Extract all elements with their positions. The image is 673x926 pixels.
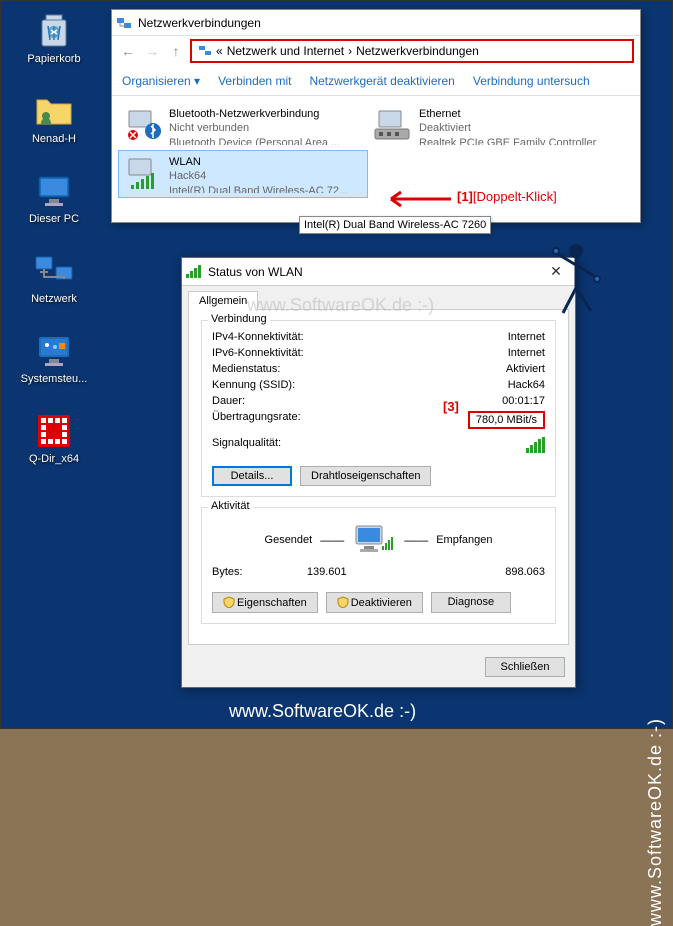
prop-key: Medienstatus: xyxy=(212,363,280,375)
activity-icon xyxy=(352,522,396,558)
bytes-label: Bytes: xyxy=(212,566,243,578)
tooltip: Intel(R) Dual Band Wireless-AC 7260 xyxy=(299,216,491,234)
network-connections-window: Netzwerkverbindungen ← → ↑ « Netzwerk un… xyxy=(111,9,641,223)
connection-status: Hack64 xyxy=(169,169,363,183)
forward-button[interactable]: → xyxy=(142,41,162,61)
prop-value: 00:01:17 xyxy=(502,395,545,407)
prop-value: Internet xyxy=(508,347,545,359)
prop-key: IPv6-Konnektivität: xyxy=(212,347,304,359)
disable-device-button[interactable]: Netzwerkgerät deaktivieren xyxy=(309,74,454,88)
control-panel-icon xyxy=(34,331,74,371)
received-label: Empfangen xyxy=(436,534,492,546)
activity-section: Aktivität Gesendet —— —— Empfangen Bytes… xyxy=(201,507,556,624)
prop-value: Hack64 xyxy=(508,379,545,391)
connection-status: Deaktiviert xyxy=(419,121,613,135)
titlebar[interactable]: Netzwerkverbindungen xyxy=(112,10,640,36)
connection-name: WLAN xyxy=(169,155,363,169)
desktop-icon-this-pc[interactable]: Dieser PC xyxy=(19,171,89,225)
prop-key: Übertragungsrate: xyxy=(212,411,301,429)
signal-icon xyxy=(186,264,202,280)
wlan-status-dialog: Status von WLAN ✕ Allgemein Verbindung I… xyxy=(181,257,576,688)
connection-item-bluetooth[interactable]: Bluetooth-Netzwerkverbindung Nicht verbu… xyxy=(118,102,368,150)
connection-item-ethernet[interactable]: Ethernet Deaktiviert Realtek PCIe GBE Fa… xyxy=(368,102,618,150)
breadcrumb-icon xyxy=(198,44,212,58)
connection-adapter: Realtek PCIe GBE Family Controller xyxy=(419,136,613,145)
connection-name: Bluetooth-Netzwerkverbindung xyxy=(169,107,363,121)
desktop-icon-control-panel[interactable]: Systemsteu... xyxy=(19,331,89,385)
section-label: Aktivität xyxy=(208,500,253,512)
diagnose-button[interactable]: Diagnose xyxy=(431,592,511,613)
connect-with-button[interactable]: Verbinden mit xyxy=(218,74,291,88)
prop-value: Aktiviert xyxy=(506,363,545,375)
navigation-bar: ← → ↑ « Netzwerk und Internet › Netzwerk… xyxy=(112,36,640,66)
icon-label: Netzwerk xyxy=(19,293,89,305)
organize-menu[interactable]: Organisieren ▾ xyxy=(122,74,200,88)
connections-list: Bluetooth-Netzwerkverbindung Nicht verbu… xyxy=(112,96,640,204)
breadcrumb-part[interactable]: Netzwerkverbindungen xyxy=(356,44,479,58)
window-title: Netzwerkverbindungen xyxy=(138,16,636,30)
watermark: www.SoftwareOK.de :-) xyxy=(645,718,666,926)
disable-button[interactable]: Deaktivieren xyxy=(326,592,423,613)
properties-button[interactable]: Eigenschaften xyxy=(212,592,318,613)
icon-label: Dieser PC xyxy=(19,213,89,225)
bluetooth-icon xyxy=(123,107,163,145)
connection-section: Verbindung IPv4-Konnektivität:Internet I… xyxy=(201,320,556,497)
details-button[interactable]: Details... xyxy=(212,466,292,486)
close-button[interactable]: Schließen xyxy=(485,657,565,677)
dialog-title: Status von WLAN xyxy=(208,265,541,279)
decoration-figure xyxy=(541,233,611,333)
breadcrumb[interactable]: « Netzwerk und Internet › Netzwerkverbin… xyxy=(190,39,634,63)
watermark: www.SoftwareOK.de :-) xyxy=(229,701,416,722)
annotation-arrow xyxy=(381,187,451,213)
prop-key: IPv4-Konnektivität: xyxy=(212,331,304,343)
network-icon xyxy=(34,251,74,291)
tab-general[interactable]: Allgemein xyxy=(188,291,258,310)
prop-key: Signalqualität: xyxy=(212,437,281,456)
wireless-properties-button[interactable]: Drahtloseigenschaften xyxy=(300,466,431,486)
desktop-icon-network[interactable]: Netzwerk xyxy=(19,251,89,305)
dialog-titlebar[interactable]: Status von WLAN ✕ xyxy=(182,258,575,286)
folder-icon xyxy=(34,91,74,131)
tab-strip: Allgemein xyxy=(182,286,575,309)
connection-status: Nicht verbunden xyxy=(169,121,363,135)
icon-label: Papierkorb xyxy=(19,53,89,65)
prop-key: Kennung (SSID): xyxy=(212,379,295,391)
diagnose-connection-button[interactable]: Verbindung untersuch xyxy=(473,74,590,88)
tab-body: Verbindung IPv4-Konnektivität: Internet I… xyxy=(188,309,569,645)
desktop-icon-recycle-bin[interactable]: Papierkorb xyxy=(19,11,89,65)
connection-adapter: Bluetooth Device (Personal Area ... xyxy=(169,136,363,145)
qdir-icon xyxy=(34,411,74,451)
ethernet-icon xyxy=(373,107,413,145)
desktop-icon-user-folder[interactable]: Nenad-H xyxy=(19,91,89,145)
prop-value-transfer-rate: 780,0 MBit/s xyxy=(468,411,545,429)
bytes-sent-value: 139.601 xyxy=(307,566,347,578)
connection-adapter: Intel(R) Dual Band Wireless-AC 72... xyxy=(169,184,363,193)
icon-label: Systemsteu... xyxy=(19,373,89,385)
pc-icon xyxy=(34,171,74,211)
connection-item-wlan[interactable]: WLAN Hack64 Intel(R) Dual Band Wireless-… xyxy=(118,150,368,198)
section-label: Verbindung xyxy=(208,313,270,325)
toolbar: Organisieren ▾ Verbinden mit Netzwerkger… xyxy=(112,66,640,96)
up-button[interactable]: ↑ xyxy=(166,41,186,61)
prop-key: Dauer: xyxy=(212,395,245,407)
recycle-bin-icon xyxy=(34,11,74,51)
annotation-marker: [1][Doppelt-Klick] xyxy=(457,189,557,204)
desktop-icon-qdir[interactable]: Q-Dir_x64 xyxy=(19,411,89,465)
wlan-icon xyxy=(123,155,163,193)
annotation-marker: [3] xyxy=(443,399,459,414)
signal-quality-bars xyxy=(526,437,545,456)
icon-label: Q-Dir_x64 xyxy=(19,453,89,465)
breadcrumb-part[interactable]: Netzwerk und Internet xyxy=(227,44,344,58)
prop-value: Internet xyxy=(508,331,545,343)
icon-label: Nenad-H xyxy=(19,133,89,145)
connection-name: Ethernet xyxy=(419,107,613,121)
back-button[interactable]: ← xyxy=(118,41,138,61)
desktop: Papierkorb Nenad-H Dieser PC Netzwerk Sy… xyxy=(0,0,673,729)
network-connections-icon xyxy=(116,15,132,31)
bytes-recv-value: 898.063 xyxy=(505,566,545,578)
sent-label: Gesendet xyxy=(265,534,313,546)
